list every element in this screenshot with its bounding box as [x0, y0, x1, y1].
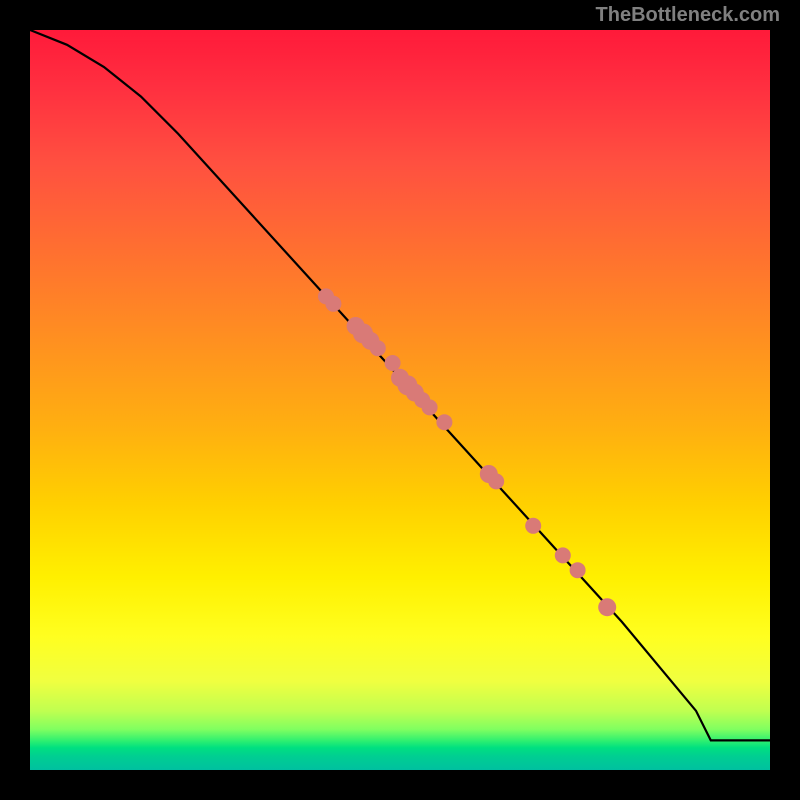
chart-plot-area — [30, 30, 770, 770]
chart-marker — [325, 296, 341, 312]
chart-marker — [555, 547, 571, 563]
chart-marker — [525, 518, 541, 534]
chart-marker — [598, 598, 616, 616]
chart-marker — [370, 340, 386, 356]
chart-marker — [385, 355, 401, 371]
chart-marker — [488, 473, 504, 489]
chart-marker — [422, 399, 438, 415]
chart-svg — [30, 30, 770, 770]
chart-marker — [570, 562, 586, 578]
chart-marker — [436, 414, 452, 430]
watermark-text: TheBottleneck.com — [596, 4, 780, 27]
